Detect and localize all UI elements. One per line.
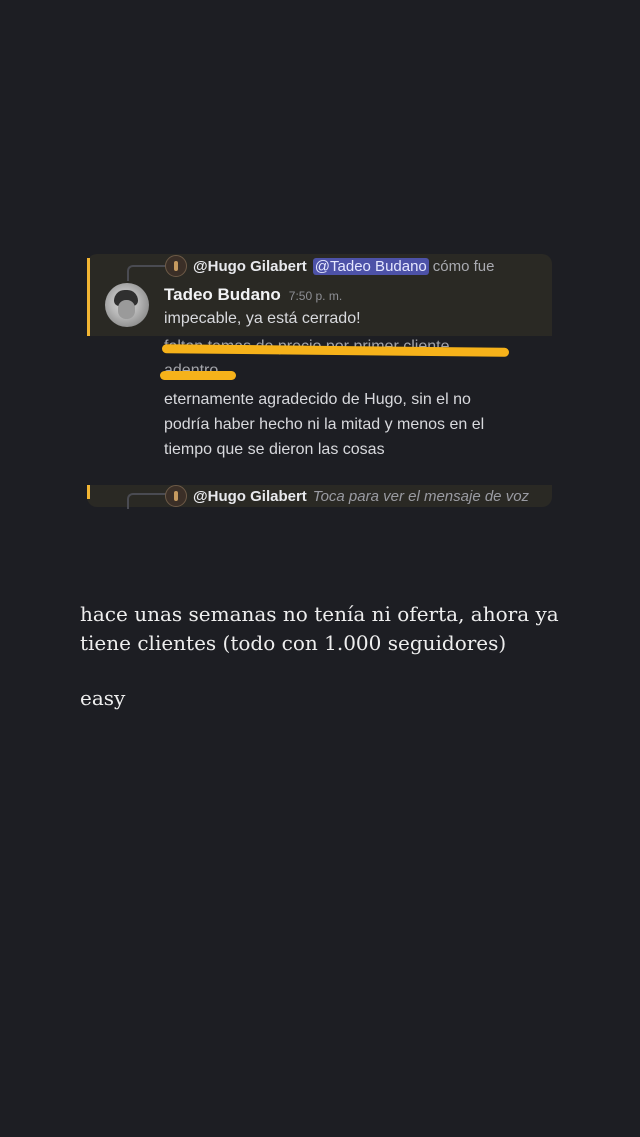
reply-username[interactable]: @Hugo Gilabert (193, 258, 307, 275)
hugo-avatar-icon (165, 255, 187, 277)
author-name-row: Tadeo Budano 7:50 p. m. (164, 285, 342, 305)
discord-message-card: @Hugo Gilabert @Tadeo Budano cómo fue Ta… (87, 254, 552, 509)
highlight-accent-bar (87, 258, 90, 336)
message-timestamp: 7:50 p. m. (288, 289, 343, 303)
reply-snippet: cómo fue (432, 257, 495, 275)
voice-message-link[interactable]: Toca para ver el mensaje de voz (313, 488, 529, 505)
message-line: eternamente agradecido de Hugo, sin el n… (164, 391, 471, 408)
author-name[interactable]: Tadeo Budano (164, 285, 281, 304)
story-caption-line: tiene clientes (todo con 1.000 seguidore… (80, 631, 507, 655)
message-line: tiempo que se dieron las cosas (164, 441, 385, 458)
highlighter-scribble (160, 371, 236, 380)
message-line: podría haber hecho ni la mitad y menos e… (164, 416, 485, 433)
highlight-accent-bar-bottom (87, 485, 90, 499)
user-mention[interactable]: @Tadeo Budano (312, 257, 429, 275)
reply-connector (127, 265, 169, 281)
story-caption-line: easy (80, 686, 126, 710)
reply-reference-bottom[interactable]: @Hugo Gilabert Toca para ver el mensaje … (165, 485, 529, 507)
story-caption-line: hace unas semanas no tenía ni oferta, ah… (80, 602, 559, 626)
author-avatar[interactable] (105, 283, 149, 327)
reply-connector-bottom (127, 493, 169, 509)
hugo-avatar-icon (165, 485, 187, 507)
reply-reference-top[interactable]: @Hugo Gilabert @Tadeo Budano cómo fue (165, 255, 494, 277)
reply-username[interactable]: @Hugo Gilabert (193, 488, 307, 505)
message-line: impecable, ya está cerrado! (164, 310, 361, 327)
